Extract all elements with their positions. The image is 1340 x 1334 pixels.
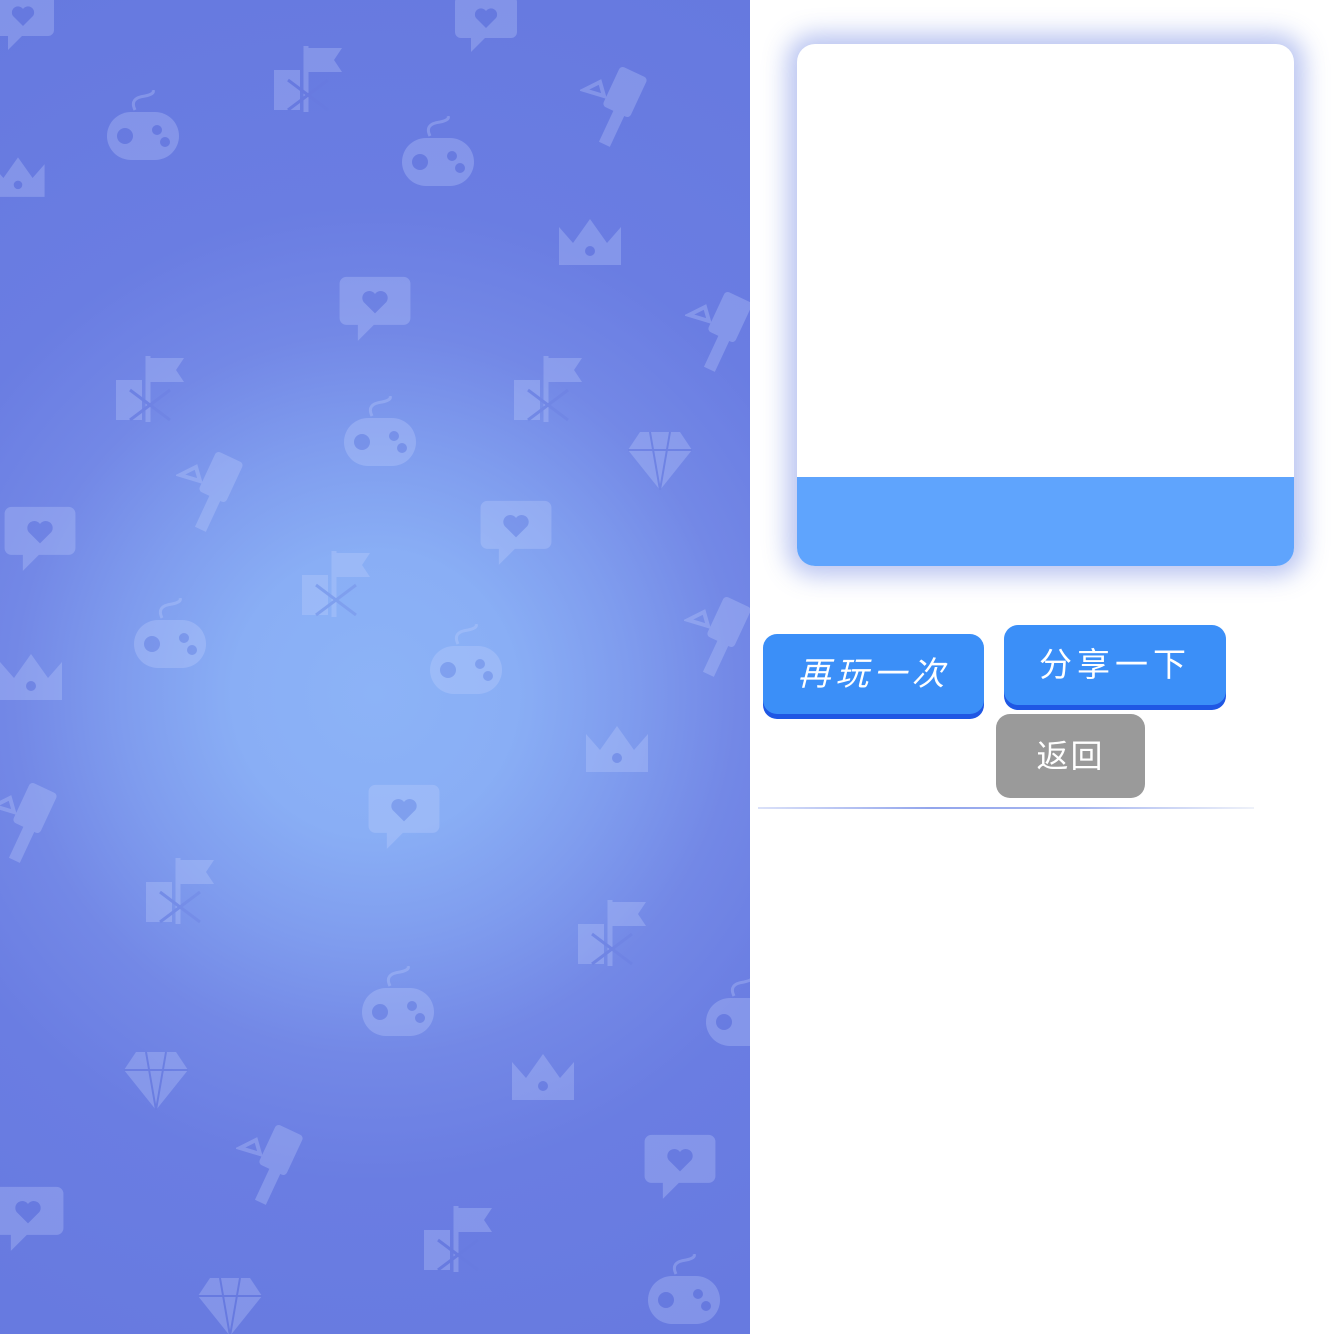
- flag-fist-icon: [418, 1200, 498, 1280]
- result-card-footer-band: [797, 477, 1294, 566]
- flag-fist-icon: [110, 350, 190, 430]
- share-button[interactable]: 分享一下: [1004, 625, 1226, 705]
- crown-icon: [555, 215, 625, 271]
- crown-icon: [0, 650, 66, 706]
- diamond-icon: [626, 428, 694, 494]
- hammer-icon: [685, 285, 750, 375]
- gamepad-icon: [105, 90, 181, 166]
- flag-fist-icon: [572, 894, 652, 974]
- gamepad-icon: [646, 1254, 722, 1330]
- heart-chat-icon: [0, 0, 54, 58]
- divider: [758, 807, 1254, 809]
- gamepad-icon: [342, 396, 418, 472]
- diamond-icon: [196, 1274, 264, 1334]
- diamond-icon: [122, 1048, 190, 1114]
- flag-fist-icon: [268, 40, 348, 120]
- flag-fist-icon: [508, 350, 588, 430]
- heart-chat-icon: [478, 494, 554, 574]
- flag-fist-icon: [296, 545, 376, 625]
- result-card: [797, 44, 1294, 566]
- hammer-icon: [0, 776, 70, 866]
- crown-icon: [582, 722, 652, 778]
- gamepad-icon: [428, 624, 504, 700]
- heart-chat-icon: [338, 270, 412, 350]
- heart-chat-icon: [2, 500, 78, 580]
- hammer-icon: [684, 590, 750, 680]
- gamepad-icon: [132, 598, 208, 674]
- gamepad-icon: [360, 966, 436, 1042]
- hammer-icon: [176, 445, 256, 535]
- hammer-icon: [236, 1118, 316, 1208]
- heart-chat-icon: [366, 778, 442, 858]
- heart-chat-icon: [450, 0, 522, 60]
- heart-chat-icon: [642, 1128, 718, 1208]
- crown-icon: [508, 1050, 578, 1106]
- gamepad-icon: [400, 116, 476, 192]
- gamepad-icon: [704, 976, 750, 1052]
- heart-chat-icon: [0, 1180, 66, 1260]
- back-button[interactable]: 返回: [996, 714, 1145, 798]
- game-stage[interactable]: [0, 0, 750, 1334]
- hammer-icon: [580, 60, 660, 150]
- flag-fist-icon: [140, 852, 220, 932]
- play-again-button[interactable]: 再玩一次: [763, 634, 984, 714]
- crown-icon: [0, 150, 48, 206]
